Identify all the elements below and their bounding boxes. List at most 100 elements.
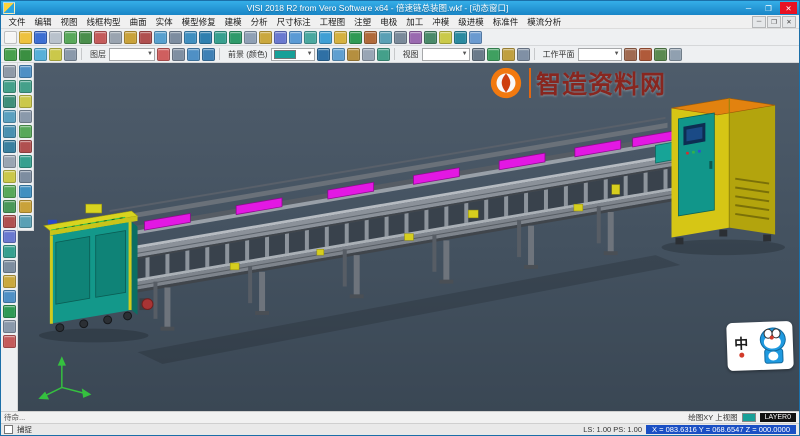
cad-tool-icon[interactable] (439, 31, 452, 44)
cad-tool-icon[interactable] (94, 31, 107, 44)
view-plane-label[interactable]: 绘图XY 上视图 (688, 412, 737, 423)
cad-tool-icon[interactable] (377, 48, 390, 61)
layers-combobox[interactable]: ▼ (109, 48, 155, 61)
menu-item[interactable]: 加工 (402, 16, 428, 28)
cad-tool-icon[interactable] (169, 31, 182, 44)
cad-tool-icon[interactable] (317, 48, 330, 61)
menu-item[interactable]: 视图 (56, 16, 82, 28)
cad-side-tool-icon[interactable] (19, 185, 32, 198)
cad-tool-icon[interactable] (472, 48, 485, 61)
cad-tool-icon[interactable] (172, 48, 185, 61)
cad-tool-icon[interactable] (184, 31, 197, 44)
cad-side-tool-icon[interactable] (3, 125, 16, 138)
menu-item[interactable]: 编辑 (30, 16, 56, 28)
cad-tool-icon[interactable] (187, 48, 200, 61)
cad-side-tool-icon[interactable] (3, 65, 16, 78)
menu-item[interactable]: 注塑 (350, 16, 376, 28)
cad-tool-icon[interactable] (654, 48, 667, 61)
cad-side-tool-icon[interactable] (3, 305, 16, 318)
cad-side-tool-icon[interactable] (19, 95, 32, 108)
cad-tool-icon[interactable] (409, 31, 422, 44)
active-layer-chip[interactable]: LAYER0 (760, 413, 796, 422)
cad-side-tool-icon[interactable] (3, 110, 16, 123)
cad-side-tool-icon[interactable] (19, 125, 32, 138)
cad-tool-icon[interactable] (157, 48, 170, 61)
cad-tool-icon[interactable] (49, 48, 62, 61)
cad-tool-icon[interactable] (332, 48, 345, 61)
cad-side-tool-icon[interactable] (3, 230, 16, 243)
menu-item[interactable]: 电极 (376, 16, 402, 28)
cad-tool-icon[interactable] (274, 31, 287, 44)
menu-item[interactable]: 标准件 (488, 16, 523, 28)
cad-tool-icon[interactable] (154, 31, 167, 44)
cad-tool-icon[interactable] (259, 31, 272, 44)
cad-tool-icon[interactable] (394, 31, 407, 44)
cad-tool-icon[interactable] (639, 48, 652, 61)
cad-side-tool-icon[interactable] (3, 260, 16, 273)
cad-side-tool-icon[interactable] (19, 155, 32, 168)
cad-side-tool-icon[interactable] (3, 200, 16, 213)
menu-item[interactable]: 线框构型 (82, 16, 125, 28)
cad-side-tool-icon[interactable] (19, 65, 32, 78)
mdi-close-button[interactable]: ✕ (782, 16, 796, 28)
cad-side-tool-icon[interactable] (3, 290, 16, 303)
cad-tool-icon[interactable] (19, 48, 32, 61)
cad-side-tool-icon[interactable] (3, 95, 16, 108)
cad-tool-icon[interactable] (669, 48, 682, 61)
cad-tool-icon[interactable] (289, 31, 302, 44)
cad-side-tool-icon[interactable] (3, 320, 16, 333)
cad-side-tool-icon[interactable] (19, 110, 32, 123)
cad-tool-icon[interactable] (517, 48, 530, 61)
menu-item[interactable]: 模流分析 (523, 16, 566, 28)
workplane-combobox[interactable]: ▼ (578, 48, 622, 61)
menu-item[interactable]: 工程图 (315, 16, 350, 28)
cad-side-tool-icon[interactable] (19, 80, 32, 93)
menu-item[interactable]: 分析 (246, 16, 272, 28)
cad-side-tool-icon[interactable] (3, 185, 16, 198)
cad-tool-icon[interactable] (214, 31, 227, 44)
cad-side-tool-icon[interactable] (3, 335, 16, 348)
close-button[interactable]: ✕ (780, 2, 797, 14)
3d-viewport[interactable]: 智造资料网 中 (18, 63, 799, 411)
open-file-icon[interactable] (19, 31, 32, 44)
cad-tool-icon[interactable] (364, 31, 377, 44)
cad-tool-icon[interactable] (64, 48, 77, 61)
cad-tool-icon[interactable] (469, 31, 482, 44)
cad-side-tool-icon[interactable] (3, 245, 16, 258)
cad-tool-icon[interactable] (319, 31, 332, 44)
new-file-icon[interactable] (4, 31, 17, 44)
cad-side-tool-icon[interactable] (19, 170, 32, 183)
cad-side-tool-icon[interactable] (3, 275, 16, 288)
cad-tool-icon[interactable] (124, 31, 137, 44)
cad-tool-icon[interactable] (4, 48, 17, 61)
foreground-color-combobox[interactable]: ▼ (271, 48, 315, 61)
3d-scene[interactable] (18, 63, 799, 411)
cad-side-tool-icon[interactable] (3, 215, 16, 228)
draw-color-swatch[interactable] (742, 413, 756, 422)
menu-item[interactable]: 曲面 (125, 16, 151, 28)
minimize-button[interactable]: ─ (740, 2, 757, 14)
cad-tool-icon[interactable] (624, 48, 637, 61)
cad-tool-icon[interactable] (202, 48, 215, 61)
cad-tool-icon[interactable] (79, 31, 92, 44)
cad-tool-icon[interactable] (347, 48, 360, 61)
cad-tool-icon[interactable] (487, 48, 500, 61)
view-combobox[interactable]: ▼ (422, 48, 470, 61)
cad-tool-icon[interactable] (199, 31, 212, 44)
menu-item[interactable]: 实体 (151, 16, 177, 28)
cad-side-tool-icon[interactable] (3, 170, 16, 183)
cad-tool-icon[interactable] (229, 31, 242, 44)
cad-tool-icon[interactable] (424, 31, 437, 44)
cad-side-tool-icon[interactable] (19, 200, 32, 213)
mdi-minimize-button[interactable]: ─ (752, 16, 766, 28)
menu-item[interactable]: 冲模 (428, 16, 454, 28)
cad-side-tool-icon[interactable] (3, 155, 16, 168)
cad-side-tool-icon[interactable] (3, 140, 16, 153)
cad-tool-icon[interactable] (49, 31, 62, 44)
cad-tool-icon[interactable] (34, 48, 47, 61)
menu-item[interactable]: 文件 (4, 16, 30, 28)
mdi-restore-button[interactable]: ❐ (767, 16, 781, 28)
cad-tool-icon[interactable] (304, 31, 317, 44)
cad-tool-icon[interactable] (64, 31, 77, 44)
menu-item[interactable]: 级进模 (454, 16, 489, 28)
